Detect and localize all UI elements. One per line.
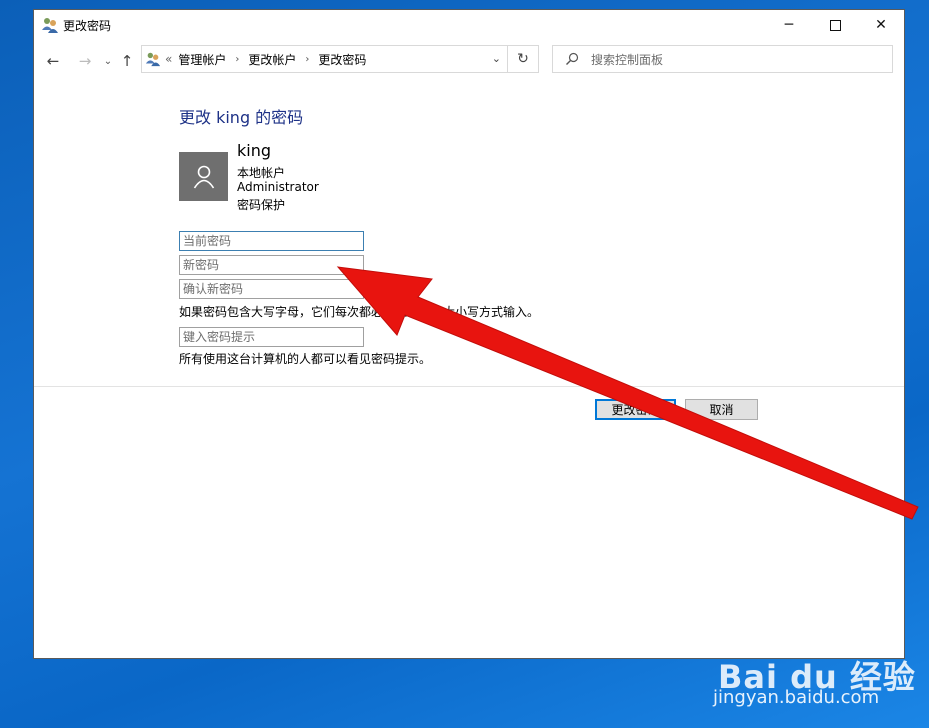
divider: [34, 386, 904, 387]
user-name: king: [237, 141, 272, 160]
address-bar[interactable]: « 管理帐户 › 更改帐户 › 更改密码 ⌄: [141, 45, 508, 73]
chevron-down-icon[interactable]: ⌄: [98, 50, 118, 72]
cancel-button[interactable]: 取消: [685, 399, 758, 420]
change-password-button[interactable]: 更改密码: [595, 399, 676, 420]
search-box[interactable]: 搜索控制面板: [552, 45, 893, 73]
password-hint-input[interactable]: [179, 327, 364, 347]
baidu-watermark-url: jingyan.baidu.com: [713, 687, 880, 708]
password-status: 密码保护: [237, 198, 286, 212]
up-arrow-icon[interactable]: ↑: [117, 50, 137, 72]
breadcrumb-separator[interactable]: ›: [235, 54, 239, 65]
window-title: 更改密码: [63, 19, 112, 33]
address-prefix: «: [165, 52, 173, 66]
page-title: 更改 king 的密码: [179, 108, 304, 127]
case-sensitivity-note: 如果密码包含大写字母，它们每次都必须以相同的大小写方式输入。: [179, 305, 540, 319]
search-icon: [566, 52, 579, 65]
breadcrumb-change-password[interactable]: 更改密码: [318, 51, 366, 68]
account-type: 本地帐户: [237, 166, 286, 180]
maximize-icon: [829, 19, 841, 31]
avatar: [179, 152, 228, 201]
change-password-window: 更改密码 ─ ✕ ← → ⌄ ↑ « 管理帐户 › 更改帐户 › 更改密码 ⌄ …: [33, 9, 905, 659]
user-avatar-icon: [193, 165, 214, 188]
users-icon: [42, 18, 58, 33]
refresh-icon[interactable]: ↻: [508, 45, 539, 73]
users-icon: [145, 52, 161, 67]
confirm-password-input[interactable]: [179, 279, 364, 299]
breadcrumb-manage-accounts[interactable]: 管理帐户: [178, 51, 226, 68]
close-button[interactable]: ✕: [858, 10, 904, 40]
address-dropdown-icon[interactable]: ⌄: [492, 52, 501, 65]
maximize-button[interactable]: [812, 10, 858, 40]
hint-visibility-note: 所有使用这台计算机的人都可以看见密码提示。: [179, 352, 432, 366]
forward-arrow-icon[interactable]: →: [75, 50, 95, 72]
breadcrumb-separator[interactable]: ›: [305, 54, 309, 65]
current-password-input[interactable]: [179, 231, 364, 251]
new-password-input[interactable]: [179, 255, 364, 275]
account-role: Administrator: [237, 180, 319, 194]
minimize-button[interactable]: ─: [766, 10, 812, 40]
title-bar[interactable]: 更改密码 ─ ✕: [34, 10, 904, 40]
navigation-bar: ← → ⌄ ↑ « 管理帐户 › 更改帐户 › 更改密码 ⌄ ↻ 搜索控制面板: [34, 44, 904, 78]
search-input[interactable]: 搜索控制面板: [591, 51, 663, 68]
breadcrumb-change-account[interactable]: 更改帐户: [248, 51, 296, 68]
back-arrow-icon[interactable]: ←: [43, 50, 63, 72]
